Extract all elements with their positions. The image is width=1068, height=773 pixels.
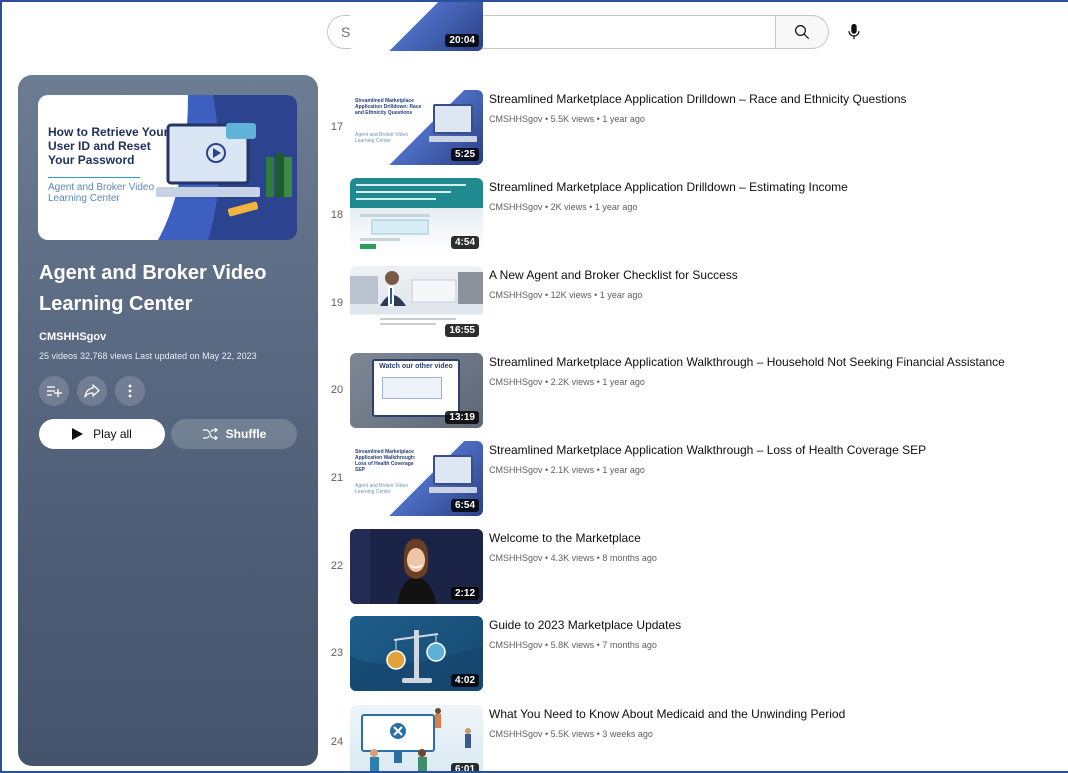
list-item[interactable]: 20 Watch our other video 13:19 Streamlin… xyxy=(326,353,1068,429)
video-thumbnail[interactable]: 20:04 xyxy=(350,2,483,51)
thumbnail-subtitle: Agent and Broker Video Learning Center xyxy=(355,132,409,144)
playlist-title: Agent and Broker Video Learning Center xyxy=(39,262,267,315)
video-thumbnail[interactable]: 4:54 xyxy=(350,178,483,253)
list-item[interactable]: 23 4:02 Guide to 2023 Marketplace Update… xyxy=(326,616,1068,692)
playlist-channel-link[interactable]: CMSHHSgov xyxy=(39,331,106,343)
video-index: 22 xyxy=(330,560,344,572)
video-duration: 5:25 xyxy=(450,148,479,161)
video-duration: 4:54 xyxy=(450,236,479,249)
list-item[interactable]: 19 16:55 A New Agent and Broker Checklis… xyxy=(326,266,1068,342)
video-meta: CMSHHSgov • 5.8K views • 7 months ago xyxy=(489,640,657,650)
share-icon xyxy=(84,384,100,398)
video-meta: CMSHHSgov • 2K views • 1 year ago xyxy=(489,202,638,212)
thumbnail-keyboard xyxy=(429,136,477,142)
more-actions-button[interactable] xyxy=(115,376,145,406)
list-item[interactable]: 18 4:54 Streamlined Marketplace Applicat… xyxy=(326,178,1068,254)
video-title[interactable]: Streamlined Marketplace Application Walk… xyxy=(489,355,1068,370)
video-meta: CMSHHSgov • 4.3K views • 8 months ago xyxy=(489,553,657,563)
thumbnail-subtitle: Agent and Broker Video Learning Center xyxy=(355,483,409,495)
thumbnail-monitor xyxy=(433,104,473,134)
video-title[interactable]: Streamlined Marketplace Application Walk… xyxy=(489,443,1068,458)
thumbnail-divider xyxy=(48,177,140,178)
list-item[interactable]: 21 Streamlined Marketplace Application W… xyxy=(326,441,1068,517)
playlist-header-panel: How to Retrieve Your User ID and Reset Y… xyxy=(18,75,318,766)
more-vertical-icon xyxy=(128,384,132,398)
list-item[interactable]: 20:04 xyxy=(326,2,1068,52)
video-meta: CMSHHSgov • 5.5K views • 1 year ago xyxy=(489,114,645,124)
video-thumbnail[interactable]: Streamlined Marketplace Application Dril… xyxy=(350,90,483,165)
playlist-thumbnail-subtitle: Agent and Broker Video Learning Center xyxy=(48,182,155,204)
video-title[interactable]: Welcome to the Marketplace xyxy=(489,531,1068,546)
playlist-video-list: 20:04 17 Streamlined Marketplace Applica… xyxy=(326,2,1068,771)
video-thumbnail[interactable]: 2:12 xyxy=(350,529,483,604)
video-thumbnail[interactable]: 16:55 xyxy=(350,266,483,341)
video-duration: 4:02 xyxy=(450,674,479,687)
video-duration: 16:55 xyxy=(445,324,479,337)
video-title[interactable]: Streamlined Marketplace Application Dril… xyxy=(489,92,1068,107)
video-meta: CMSHHSgov • 2.1K views • 1 year ago xyxy=(489,465,645,475)
video-index: 18 xyxy=(330,209,344,221)
save-playlist-button[interactable] xyxy=(39,376,69,406)
play-all-button[interactable]: Play all xyxy=(39,419,165,449)
share-button[interactable] xyxy=(77,376,107,406)
video-index: 24 xyxy=(330,736,344,748)
thumbnail-title: Streamlined Marketplace Application Walk… xyxy=(355,449,416,473)
video-title[interactable]: A New Agent and Broker Checklist for Suc… xyxy=(489,268,1068,283)
list-item[interactable]: 22 2:12 Welcome to the Marketplace CMSHH… xyxy=(326,529,1068,605)
thumbnail-monitor xyxy=(433,455,473,485)
video-index: 17 xyxy=(330,121,344,133)
video-index: 20 xyxy=(330,384,344,396)
shuffle-button[interactable]: Shuffle xyxy=(171,419,297,449)
video-meta: CMSHHSgov • 5.5K views • 3 weeks ago xyxy=(489,729,653,739)
video-title[interactable]: Guide to 2023 Marketplace Updates xyxy=(489,618,1068,633)
video-duration: 13:19 xyxy=(445,411,479,424)
video-title[interactable]: What You Need to Know About Medicaid and… xyxy=(489,707,1068,722)
play-all-label: Play all xyxy=(93,427,132,441)
video-index: 19 xyxy=(330,297,344,309)
video-index: 23 xyxy=(330,647,344,659)
play-icon xyxy=(72,428,84,440)
video-duration: 6:54 xyxy=(450,499,479,512)
video-meta: CMSHHSgov • 12K views • 1 year ago xyxy=(489,290,643,300)
video-thumbnail[interactable]: Streamlined Marketplace Application Walk… xyxy=(350,441,483,516)
playlist-stats: 25 videos 32,768 views Last updated on M… xyxy=(39,351,257,361)
playlist-action-icons xyxy=(39,376,145,406)
video-duration: 20:04 xyxy=(445,34,479,47)
playlist-thumbnail-title: How to Retrieve Your User ID and Reset Y… xyxy=(48,125,169,167)
save-to-playlist-icon xyxy=(47,386,62,397)
video-thumbnail[interactable]: 4:02 xyxy=(350,616,483,691)
video-duration: 2:12 xyxy=(450,587,479,600)
video-index: 21 xyxy=(330,472,344,484)
video-meta: CMSHHSgov • 2.2K views • 1 year ago xyxy=(489,377,645,387)
video-thumbnail[interactable]: 6:01 xyxy=(350,705,483,771)
thumbnail-keyboard xyxy=(429,487,477,493)
thumbnail-card xyxy=(382,377,442,399)
playlist-thumbnail[interactable]: How to Retrieve Your User ID and Reset Y… xyxy=(38,95,297,240)
shuffle-icon xyxy=(202,428,218,440)
video-title[interactable]: Streamlined Marketplace Application Dril… xyxy=(489,180,1068,195)
list-item[interactable]: 17 Streamlined Marketplace Application D… xyxy=(326,90,1068,166)
video-thumbnail[interactable]: Watch our other video 13:19 xyxy=(350,353,483,428)
thumbnail-title: Streamlined Marketplace Application Dril… xyxy=(355,98,422,116)
list-item[interactable]: 24 6:01 What You Need to Know About Medi… xyxy=(326,705,1068,771)
thumbnail-screen: Watch our other video xyxy=(372,359,460,417)
playlist-thumbnail-art xyxy=(156,95,297,240)
video-duration: 6:01 xyxy=(450,763,479,771)
thumbnail-title: Watch our other video xyxy=(379,363,453,370)
app-window: How to Retrieve Your User ID and Reset Y… xyxy=(0,0,1068,773)
shuffle-label: Shuffle xyxy=(225,427,267,441)
